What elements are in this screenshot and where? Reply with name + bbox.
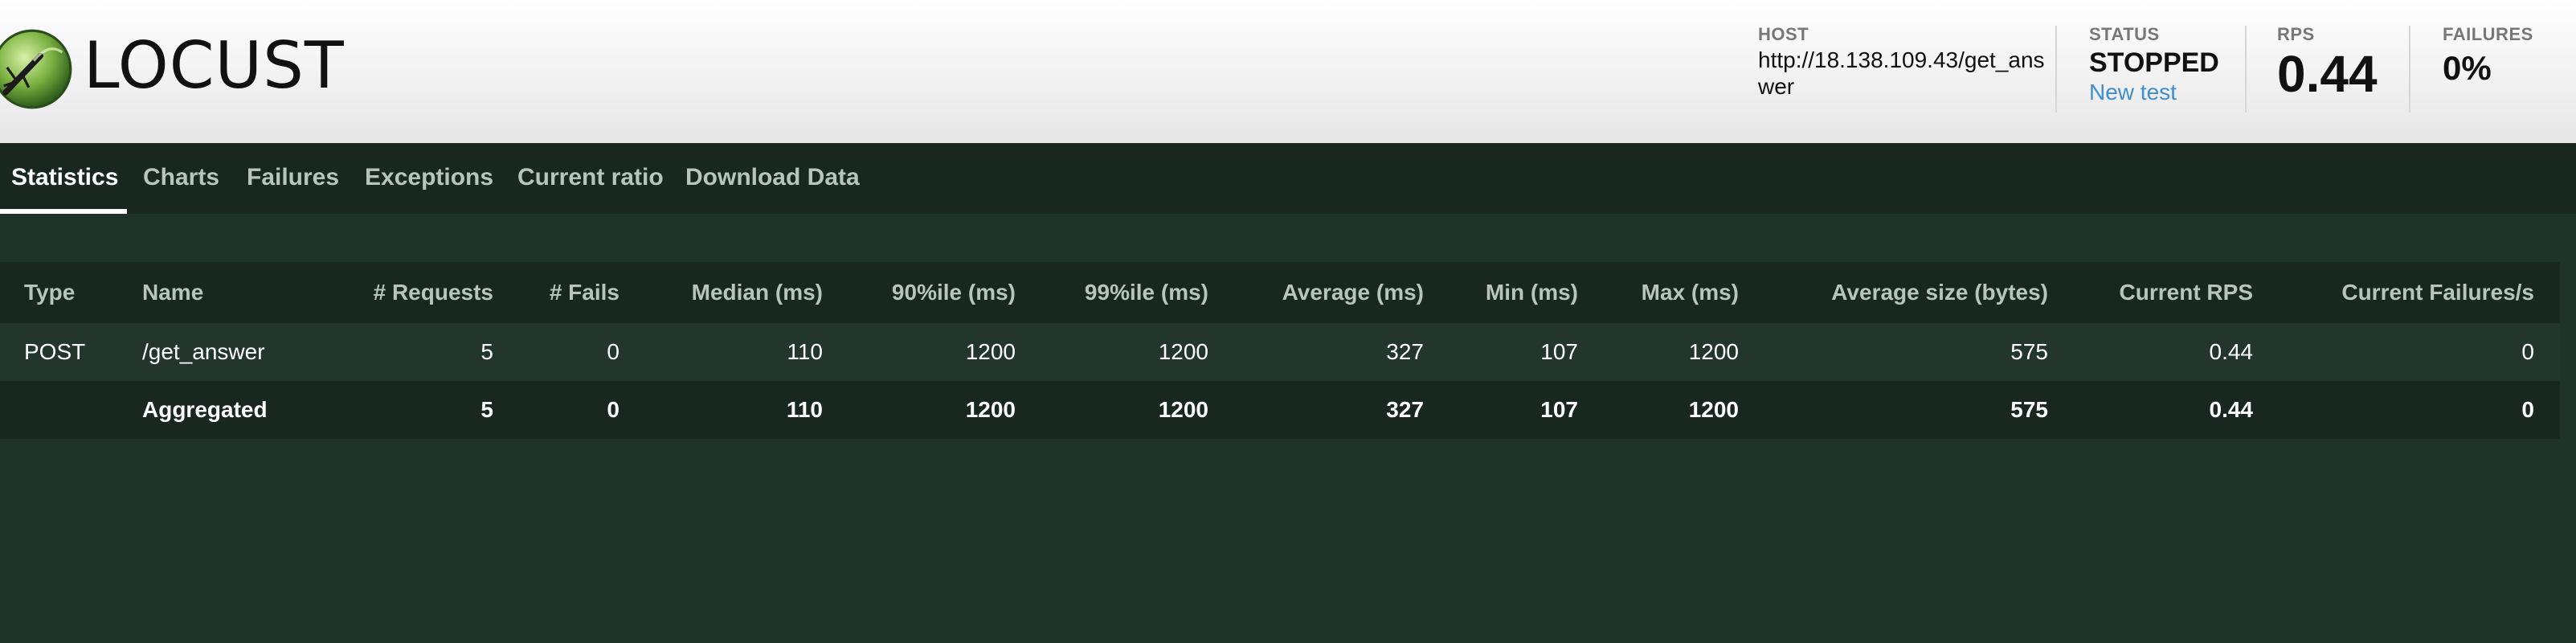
- column-header-average-size[interactable]: Average size (bytes): [1831, 262, 2048, 323]
- header-divider: [2409, 26, 2410, 113]
- column-header-requests[interactable]: # Requests: [374, 262, 493, 323]
- table-row-aggregated: Aggregated 5 0 110 1200 1200 327 107 120…: [0, 381, 2560, 439]
- status-info: STATUS STOPPED New test: [2089, 24, 2219, 106]
- tab-download-data[interactable]: Download Data: [685, 143, 860, 214]
- failures-value: 0%: [2443, 49, 2492, 87]
- table-row: POST /get_answer 5 0 110 1200 1200 327 1…: [0, 323, 2560, 381]
- cell-current-rps: 0.44: [2209, 397, 2254, 422]
- host-label: HOST: [1758, 24, 1809, 44]
- cell-current-failures: 0: [2521, 397, 2534, 422]
- cell-current-failures: 0: [2521, 339, 2534, 364]
- column-header-name[interactable]: Name: [142, 262, 203, 323]
- cell-99ile: 1200: [1158, 397, 1208, 422]
- status-label: STATUS: [2089, 24, 2160, 44]
- cell-current-rps: 0.44: [2209, 339, 2254, 364]
- failures-info: FAILURES 0%: [2443, 24, 2533, 88]
- column-header-current-rps[interactable]: Current RPS: [2120, 262, 2253, 323]
- cell-fails: 0: [607, 397, 619, 422]
- cell-90ile: 1200: [965, 339, 1016, 364]
- cell-name: /get_answer: [142, 339, 265, 364]
- tab-statistics[interactable]: Statistics: [11, 143, 118, 214]
- column-header-median[interactable]: Median (ms): [692, 262, 823, 323]
- header-divider: [2055, 26, 2057, 113]
- header-bar: LOCUST HOST http://18.138.109.43/get_ans…: [0, 0, 2576, 143]
- tab-bar: Statistics Charts Failures Exceptions Cu…: [0, 143, 2576, 214]
- cell-name: Aggregated: [142, 397, 268, 422]
- rps-label: RPS: [2277, 24, 2315, 44]
- tab-exceptions[interactable]: Exceptions: [365, 143, 493, 214]
- column-header-type[interactable]: Type: [24, 262, 75, 323]
- failures-label: FAILURES: [2443, 24, 2533, 44]
- column-header-average[interactable]: Average (ms): [1282, 262, 1424, 323]
- locust-logo-icon: [0, 29, 72, 109]
- header-divider: [2245, 26, 2247, 113]
- cell-90ile: 1200: [965, 397, 1016, 422]
- rps-value: 0.44: [2277, 45, 2378, 103]
- column-header-min[interactable]: Min (ms): [1486, 262, 1578, 323]
- cell-type: POST: [24, 339, 86, 364]
- status-value: STOPPED: [2089, 47, 2219, 78]
- column-header-max[interactable]: Max (ms): [1642, 262, 1739, 323]
- rps-info: RPS 0.44: [2277, 24, 2378, 103]
- cell-fails: 0: [607, 339, 619, 364]
- statistics-table: Type Name # Requests # Fails Median (ms)…: [0, 262, 2560, 439]
- cell-99ile: 1200: [1158, 339, 1208, 364]
- cell-max: 1200: [1688, 397, 1739, 422]
- host-value: http://18.138.109.43/get_answer: [1758, 47, 2045, 99]
- cell-average: 327: [1386, 397, 1424, 422]
- host-info: HOST http://18.138.109.43/get_answer: [1758, 24, 2047, 100]
- cell-average: 327: [1386, 339, 1424, 364]
- column-header-99ile[interactable]: 99%ile (ms): [1085, 262, 1208, 323]
- table-header-row: Type Name # Requests # Fails Median (ms)…: [0, 262, 2560, 323]
- tab-charts[interactable]: Charts: [143, 143, 219, 214]
- cell-median: 110: [787, 339, 823, 364]
- cell-requests: 5: [480, 397, 493, 422]
- column-header-fails[interactable]: # Fails: [550, 262, 619, 323]
- cell-average-size: 575: [2010, 397, 2048, 422]
- cell-requests: 5: [480, 339, 493, 364]
- column-header-90ile[interactable]: 90%ile (ms): [892, 262, 1016, 323]
- cell-median: 110: [786, 397, 823, 422]
- cell-min: 107: [1540, 397, 1578, 422]
- column-header-current-failures[interactable]: Current Failures/s: [2341, 262, 2534, 323]
- tab-current-ratio[interactable]: Current ratio: [517, 143, 664, 214]
- cell-max: 1200: [1688, 339, 1739, 364]
- new-test-link[interactable]: New test: [2089, 79, 2219, 106]
- active-tab-indicator: [0, 209, 127, 214]
- cell-min: 107: [1540, 339, 1578, 364]
- cell-average-size: 575: [2010, 339, 2048, 364]
- tab-failures[interactable]: Failures: [247, 143, 339, 214]
- logo-text: LOCUST: [84, 28, 345, 103]
